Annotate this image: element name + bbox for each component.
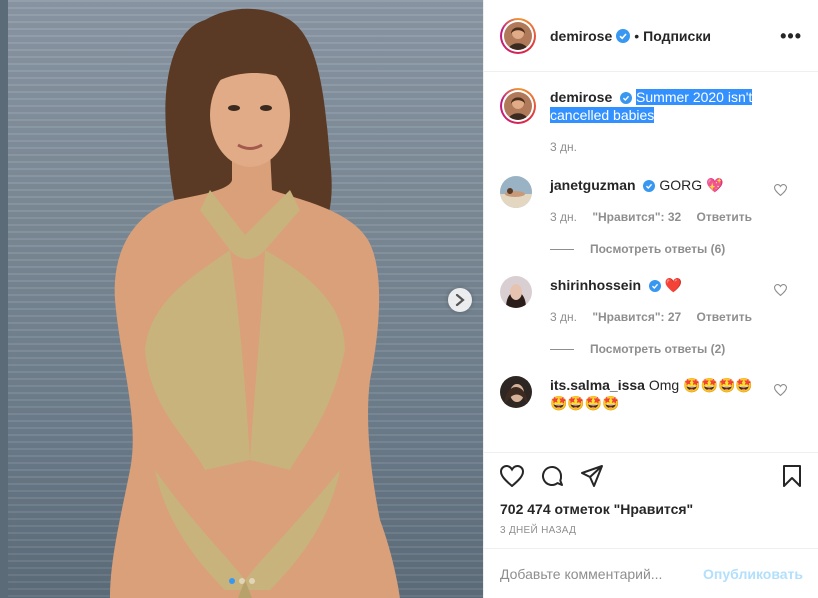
view-replies-link[interactable]: Посмотреть ответы (6) bbox=[550, 242, 803, 256]
caption-age: 3 дн. bbox=[550, 140, 577, 154]
comment-text: ❤️ bbox=[664, 277, 683, 293]
instagram-post-view: demirose • Подписки ••• demirose Summer … bbox=[0, 0, 818, 598]
save-button[interactable] bbox=[781, 464, 803, 488]
comment-composer: Опубликовать bbox=[484, 548, 818, 598]
comment-bubble-icon bbox=[542, 465, 563, 486]
post-actions: 702 474 отметок "Нравится" 3 ДНЕЙ НАЗАД bbox=[484, 452, 818, 536]
comment-meta: 3 дн. "Нравится": 32 Ответить bbox=[550, 208, 770, 226]
author-username[interactable]: demirose bbox=[550, 28, 612, 44]
author-avatar[interactable] bbox=[500, 17, 536, 54]
post-photo[interactable] bbox=[0, 0, 483, 598]
view-replies-label: Посмотреть ответы (6) bbox=[590, 242, 726, 256]
comment-like-count[interactable]: "Нравится": 32 bbox=[592, 210, 681, 224]
replies-divider bbox=[550, 248, 574, 250]
paper-plane-icon bbox=[581, 465, 603, 487]
carousel-dot-1 bbox=[229, 578, 235, 584]
replies-divider bbox=[550, 348, 574, 350]
post-header: demirose • Подписки ••• bbox=[484, 0, 818, 72]
comment-username[interactable]: shirinhossein bbox=[550, 277, 641, 293]
like-comment-heart-icon[interactable] bbox=[774, 384, 787, 396]
heart-icon bbox=[500, 465, 524, 487]
caption-body: demirose Summer 2020 isn't cancelled bab… bbox=[550, 88, 770, 156]
comments-list[interactable]: demirose Summer 2020 isn't cancelled bab… bbox=[484, 72, 818, 452]
comment-like-count[interactable]: "Нравится": 27 bbox=[592, 310, 681, 324]
carousel-dot-3 bbox=[249, 578, 255, 584]
like-comment-heart-icon[interactable] bbox=[774, 284, 787, 296]
comment-meta: 3 дн. "Нравится": 27 Ответить bbox=[550, 308, 770, 326]
comment-item: its.salma_issa Omg 🤩🤩🤩🤩🤩🤩🤩🤩 bbox=[500, 376, 803, 412]
comment-body: shirinhossein ❤️ 3 дн. "Нравится": 27 От… bbox=[550, 276, 770, 326]
commenter-avatar[interactable] bbox=[500, 376, 532, 408]
post-timestamp: 3 ДНЕЙ НАЗАД bbox=[500, 525, 577, 536]
chevron-right-icon bbox=[455, 294, 465, 306]
carousel-indicator bbox=[229, 578, 255, 584]
commenter-avatar[interactable] bbox=[500, 176, 532, 208]
like-comment-heart-icon[interactable] bbox=[774, 184, 787, 196]
following-button[interactable]: Подписки bbox=[643, 28, 711, 44]
reply-button[interactable]: Ответить bbox=[697, 310, 752, 324]
verified-badge-icon bbox=[648, 280, 661, 292]
like-button[interactable] bbox=[500, 465, 524, 487]
comment-item: janetguzman GORG 💖 3 дн. "Нравится": 32 … bbox=[500, 176, 803, 226]
caption-username[interactable]: demirose bbox=[550, 89, 612, 105]
post-sidebar: demirose • Подписки ••• demirose Summer … bbox=[483, 0, 818, 598]
next-slide-button[interactable] bbox=[448, 288, 472, 312]
header-separator: • bbox=[634, 27, 640, 44]
avatar-image bbox=[504, 92, 532, 120]
likes-count[interactable]: 702 474 отметок "Нравится" bbox=[500, 501, 803, 517]
comment-input[interactable] bbox=[500, 565, 704, 582]
comment-text: GORG 💖 bbox=[659, 177, 724, 193]
verified-badge-icon bbox=[620, 92, 633, 104]
comment-age: 3 дн. bbox=[550, 210, 577, 224]
view-replies-label: Посмотреть ответы (2) bbox=[590, 342, 726, 356]
verified-badge-icon bbox=[643, 180, 656, 192]
caption-author-avatar[interactable] bbox=[500, 88, 536, 124]
action-icons-row bbox=[500, 463, 803, 489]
bookmark-icon bbox=[783, 465, 801, 487]
reply-button[interactable]: Ответить bbox=[697, 210, 752, 224]
model-figure-image bbox=[110, 8, 400, 598]
commenter-avatar[interactable] bbox=[500, 276, 532, 308]
avatar-image bbox=[504, 21, 532, 50]
comment-username[interactable]: janetguzman bbox=[550, 177, 636, 193]
comment-body: its.salma_issa Omg 🤩🤩🤩🤩🤩🤩🤩🤩 bbox=[550, 376, 770, 412]
more-options-icon[interactable]: ••• bbox=[780, 26, 802, 47]
post-caption: demirose Summer 2020 isn't cancelled bab… bbox=[500, 72, 803, 156]
verified-badge-icon bbox=[616, 28, 631, 43]
share-button[interactable] bbox=[580, 464, 604, 488]
comment-age: 3 дн. bbox=[550, 310, 577, 324]
comment-username[interactable]: its.salma_issa bbox=[550, 377, 645, 393]
comment-item: shirinhossein ❤️ 3 дн. "Нравится": 27 От… bbox=[500, 276, 803, 326]
publish-button[interactable]: Опубликовать bbox=[703, 566, 803, 582]
caption-meta: 3 дн. bbox=[550, 138, 770, 156]
comment-body: janetguzman GORG 💖 3 дн. "Нравится": 32 … bbox=[550, 176, 770, 226]
carousel-dot-2 bbox=[239, 578, 245, 584]
comment-button[interactable] bbox=[540, 464, 564, 488]
view-replies-link[interactable]: Посмотреть ответы (2) bbox=[550, 342, 803, 356]
